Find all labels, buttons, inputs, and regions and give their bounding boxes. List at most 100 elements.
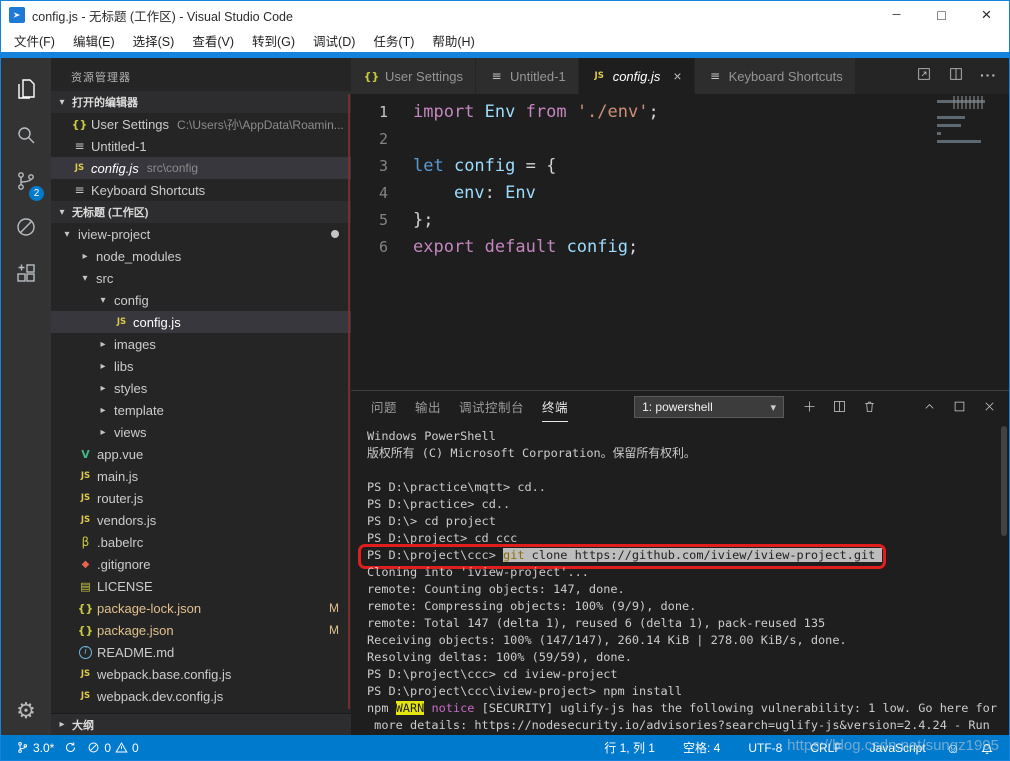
panel-tab[interactable]: 终端 [542,391,568,422]
minimap-slider[interactable] [953,96,983,109]
menu-item[interactable]: 选择(S) [124,29,184,52]
status-item[interactable]: CRLF [805,739,846,756]
tree-item[interactable]: views [51,421,351,443]
status-item[interactable]: 空格: 4 [678,739,725,756]
problems-indicator[interactable]: 0 0 [82,741,143,755]
menu-item[interactable]: 查看(V) [183,29,243,52]
tree-item[interactable]: router.js [51,487,351,509]
feedback-smiley-icon[interactable] [941,740,965,756]
close-tab-icon[interactable] [673,68,681,84]
editor-tab[interactable]: Keyboard Shortcuts [695,58,856,94]
notifications-bell-icon[interactable] [975,741,999,755]
tree-item[interactable]: webpack.base.config.js [51,663,351,685]
tree-item[interactable]: src [51,267,351,289]
explorer-icon[interactable] [1,66,51,112]
panel-tabs: 问题输出调试控制台终端 [371,391,568,422]
code-line[interactable]: 1import Env from './env'; [351,99,1009,126]
tree-item[interactable]: main.js [51,465,351,487]
status-item[interactable]: 行 1, 列 1 [599,739,660,756]
menu-item[interactable]: 编辑(E) [64,29,124,52]
terminal[interactable]: Windows PowerShell版权所有 (C) Microsoft Cor… [351,422,1009,735]
more-actions-icon[interactable] [980,67,997,85]
git-status-badge: M [329,623,339,637]
tree-item[interactable]: .babelrc [51,531,351,553]
panel-tab[interactable]: 调试控制台 [459,391,524,422]
tree-item[interactable]: node_modules [51,245,351,267]
terminal-line: remote: Total 147 (delta 1), reused 6 (d… [367,615,1009,632]
code-line[interactable]: 5}; [351,207,1009,234]
file-type-icon [77,471,94,481]
terminal-line: remote: Counting objects: 147, done. [367,581,1009,598]
tree-item[interactable]: template [51,399,351,421]
code-line[interactable]: 4 env: Env [351,180,1009,207]
code-line[interactable]: 6export default config; [351,234,1009,261]
code-line[interactable]: 3let config = { [351,153,1009,180]
tree-item[interactable]: webpack.dev.config.js [51,685,351,707]
file-label: config.js [133,315,181,330]
tree-item[interactable]: config.js [51,311,351,333]
open-changes-icon[interactable] [916,66,932,87]
tree-item[interactable]: app.vue [51,443,351,465]
tree-item[interactable]: README.md [51,641,351,663]
open-editor-item[interactable]: User Settings C:\Users\孙\AppData\Roamin.… [51,113,351,135]
panel-tab[interactable]: 问题 [371,391,397,422]
close-panel-icon[interactable] [982,399,997,414]
maximize-button[interactable] [919,1,964,29]
debug-icon[interactable] [1,204,51,250]
terminal-line: PS D:\> cd project [367,513,1009,530]
tree-item[interactable]: libs [51,355,351,377]
menu-item[interactable]: 任务(T) [364,29,423,52]
tree-item[interactable]: images [51,333,351,355]
git-branch-indicator[interactable]: 3.0* [11,741,59,755]
split-terminal-icon[interactable] [832,399,847,414]
status-item[interactable]: UTF-8 [743,739,787,756]
editor-tab[interactable]: Untitled-1 [476,58,579,94]
chevron-icon [95,295,111,306]
tree-item[interactable]: config [51,289,351,311]
tree-item[interactable]: vendors.js [51,509,351,531]
text-segment: Windows PowerShell [367,429,496,443]
minimize-button[interactable] [874,1,919,29]
tree-item[interactable]: LICENSE [51,575,351,597]
kill-terminal-icon[interactable] [862,399,877,414]
open-editor-item[interactable]: config.js src\config [51,157,351,179]
settings-gear-icon[interactable] [1,689,51,733]
terminal-select[interactable]: 1: powershell [634,396,784,418]
code-editor[interactable]: 1import Env from './env';23let config = … [351,94,1009,390]
menu-item[interactable]: 转到(G) [243,29,304,52]
split-editor-icon[interactable] [948,66,964,87]
maximize-panel-icon[interactable] [952,399,967,414]
source-control-icon[interactable]: 2 [1,158,51,204]
editor-tab[interactable]: User Settings [351,58,476,94]
chevron-up-icon[interactable] [922,399,937,414]
close-window-button[interactable] [964,1,1009,29]
file-label: webpack.dev.config.js [97,689,223,704]
open-editor-item[interactable]: Keyboard Shortcuts [51,179,351,201]
file-label: node_modules [96,249,181,264]
extensions-icon[interactable] [1,250,51,296]
terminal-scrollbar[interactable] [1001,426,1007,536]
tree-item[interactable]: iview-project [51,223,351,245]
tree-item[interactable]: package.json M [51,619,351,641]
new-terminal-icon[interactable] [802,399,817,414]
open-editor-item[interactable]: Untitled-1 [51,135,351,157]
tree-item[interactable]: package-lock.json M [51,597,351,619]
menu-item[interactable]: 文件(F) [5,29,64,52]
menu-item[interactable]: 帮助(H) [423,29,483,52]
menu-item[interactable]: 调试(D) [304,29,364,52]
tree-item[interactable]: .gitignore [51,553,351,575]
dropdown-arrow-icon [771,400,777,414]
search-icon[interactable] [1,112,51,158]
panel-tab[interactable]: 输出 [415,391,441,422]
line-number: 4 [351,180,413,207]
workspace-header[interactable]: 无标题 (工作区) [51,201,351,223]
open-editors-header[interactable]: 打开的编辑器 [51,91,351,113]
text-segment [567,102,577,122]
sync-button[interactable] [59,741,82,754]
editor-tab[interactable]: config.js [579,58,695,94]
outline-header[interactable]: 大纲 [51,713,351,735]
tree-item[interactable]: styles [51,377,351,399]
code-line[interactable]: 2 [351,126,1009,153]
status-item[interactable]: JavaScript [865,739,931,756]
line-number: 3 [351,153,413,180]
